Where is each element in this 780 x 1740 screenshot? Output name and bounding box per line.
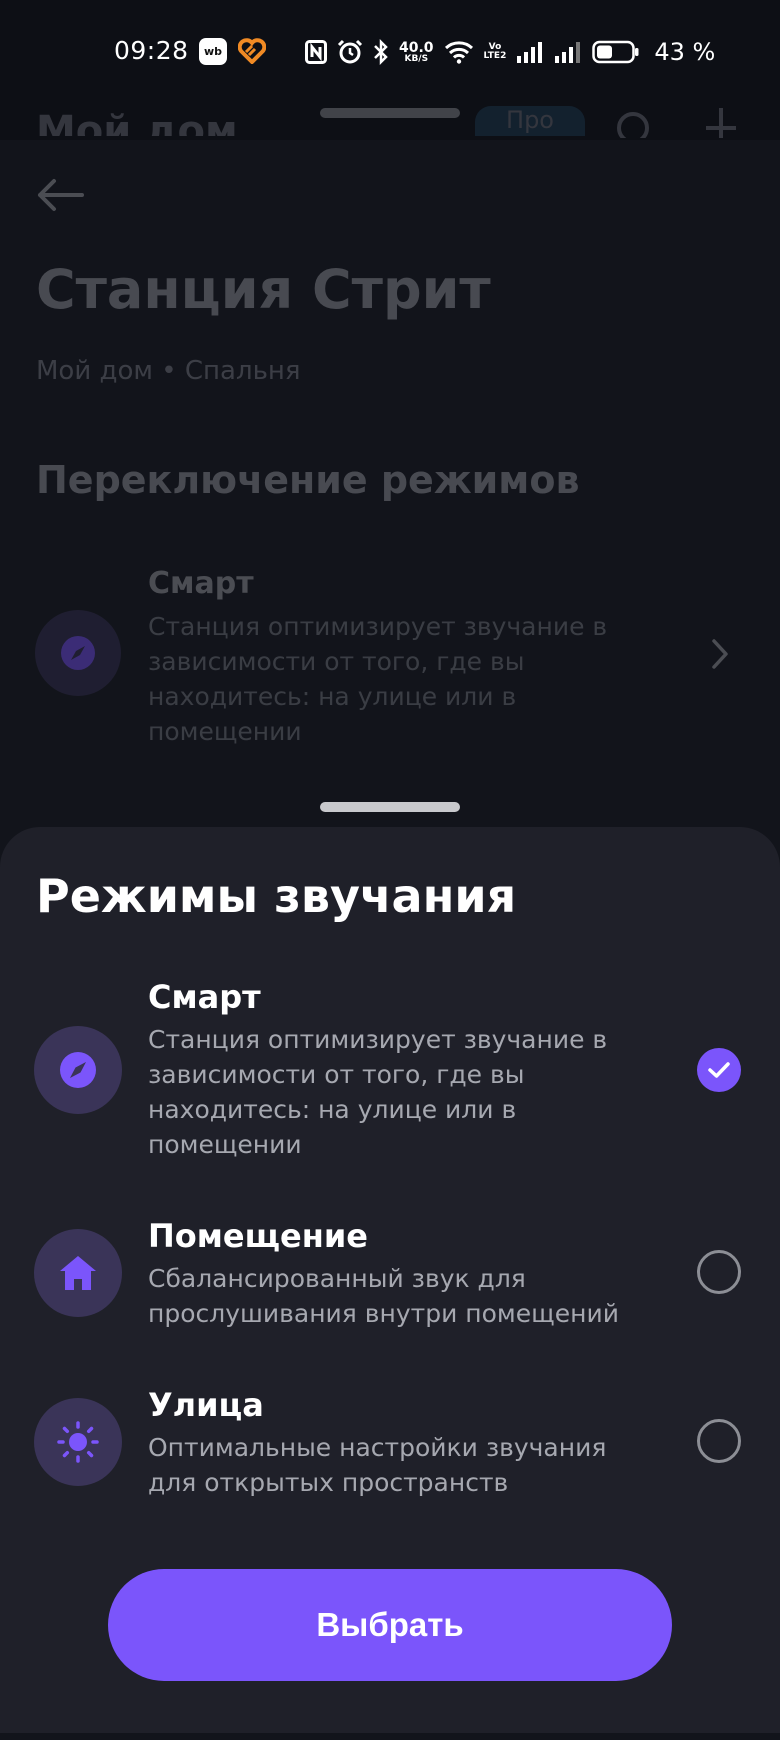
wildberries-icon: wb <box>199 38 227 65</box>
settings-icon <box>615 108 651 144</box>
radio-unselected[interactable] <box>697 1419 741 1463</box>
battery-percent: 43 % <box>654 38 716 66</box>
network-speed: 40.0 KB/S <box>399 39 434 64</box>
current-mode-description: Станция оптимизирует звучание в зависимо… <box>148 612 608 746</box>
mode-option-indoor[interactable]: Помещение Сбалансированный звук для прос… <box>0 1217 780 1328</box>
sound-modes-sheet: Режимы звучания Смарт Станция оптимизиру… <box>0 827 780 1733</box>
sheet-drag-handle[interactable] <box>320 802 460 812</box>
mode-description: Сбалансированный звук для прослушивания … <box>148 1264 619 1328</box>
battery-icon <box>592 40 640 64</box>
section-title: Переключение режимов <box>36 458 580 502</box>
status-icons: 40.0 KB/S Vo LTE2 43 % <box>305 34 715 70</box>
signal-icon-1 <box>516 41 544 63</box>
check-icon <box>708 1062 730 1078</box>
mode-name: Улица <box>148 1386 264 1424</box>
bluetooth-icon <box>373 39 389 65</box>
select-button[interactable]: Выбрать <box>108 1569 672 1681</box>
compass-icon <box>35 610 121 696</box>
radio-unselected[interactable] <box>697 1250 741 1294</box>
radio-selected[interactable] <box>697 1048 741 1092</box>
nfc-icon <box>305 40 327 64</box>
heart-icon <box>237 38 267 68</box>
back-arrow-icon[interactable] <box>36 178 84 216</box>
pro-badge: Про <box>475 106 585 136</box>
signal-icon-2 <box>554 41 582 63</box>
mode-name: Помещение <box>148 1217 368 1255</box>
device-title: Станция Стрит <box>36 258 491 321</box>
mode-option-smart[interactable]: Смарт Станция оптимизирует звучание в за… <box>0 978 780 1159</box>
home-title: Мой дом <box>36 108 238 136</box>
background-sheet-handle <box>320 108 460 118</box>
mode-description: Оптимальные настройки звучания для откры… <box>148 1433 607 1497</box>
home-icon <box>34 1229 122 1317</box>
mode-description: Станция оптимизирует звучание в зависимо… <box>148 1025 608 1159</box>
device-location: Мой дом • Спальня <box>36 356 301 386</box>
mode-name: Смарт <box>148 978 261 1016</box>
wifi-icon <box>444 40 474 64</box>
alarm-icon <box>337 39 363 65</box>
status-bar: 09:28 wb 40.0 KB/S Vo LTE2 43 % <box>0 0 780 100</box>
chevron-right-icon[interactable] <box>710 638 730 674</box>
status-time: 09:28 <box>114 36 189 65</box>
sun-icon <box>34 1398 122 1486</box>
sheet-title: Режимы звучания <box>36 869 517 923</box>
mode-option-outdoor[interactable]: Улица Оптимальные настройки звучания для… <box>0 1386 780 1497</box>
plus-icon <box>704 108 738 142</box>
volte-icon: Vo LTE2 <box>483 42 507 61</box>
current-mode-name[interactable]: Смарт <box>148 566 254 601</box>
compass-icon <box>34 1026 122 1114</box>
